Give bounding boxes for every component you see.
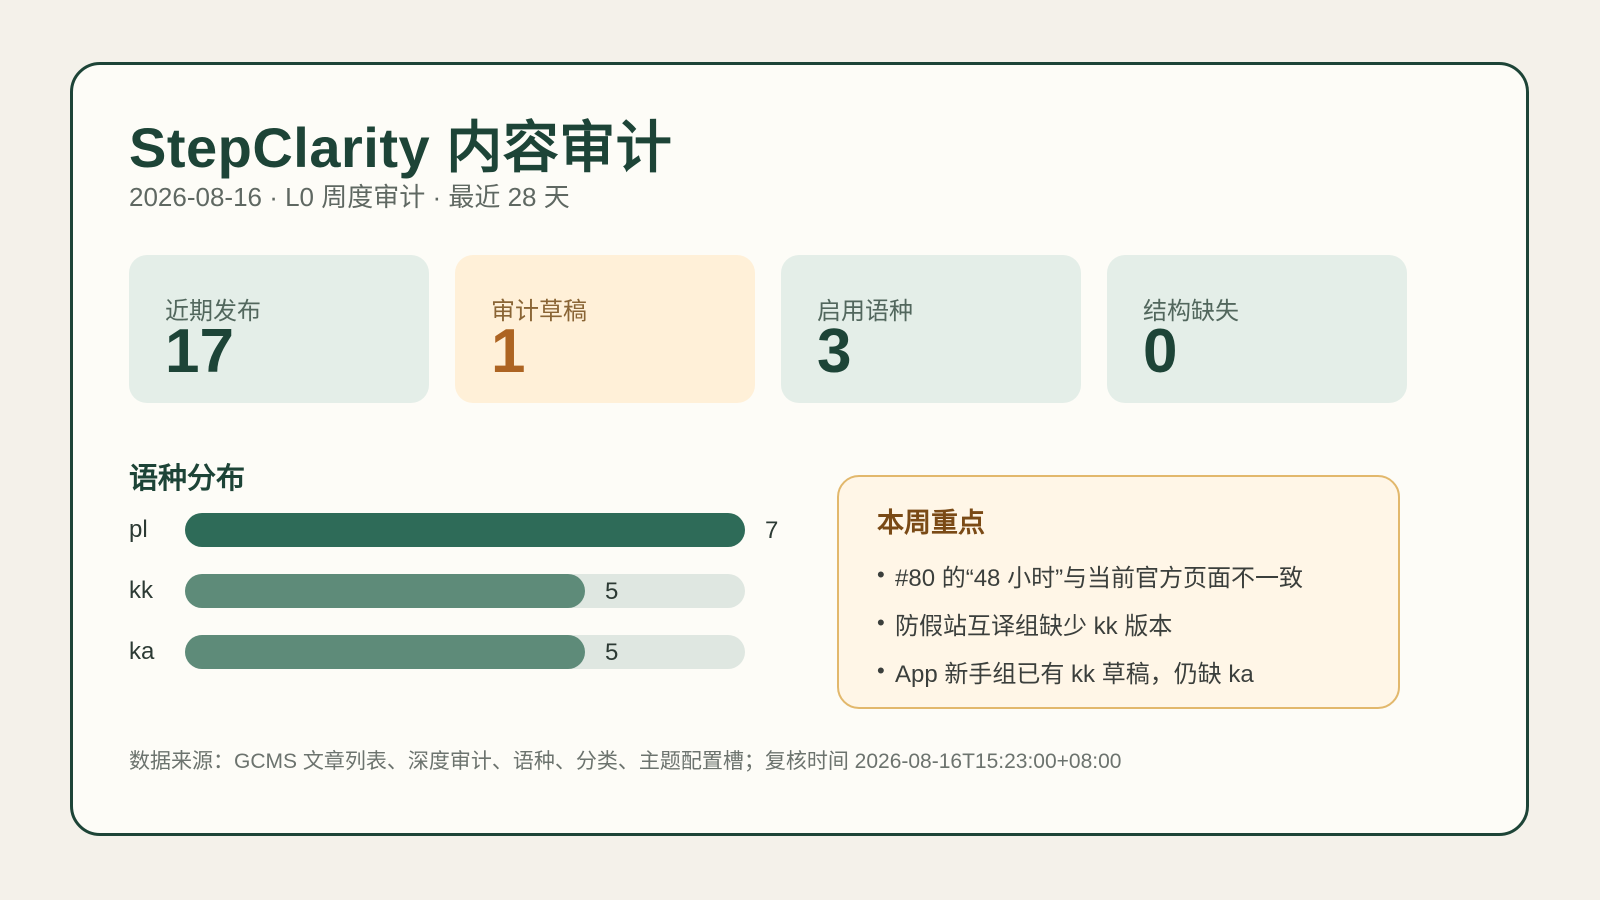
bar-fill [185,574,585,608]
bar-language-label: pl [129,516,148,543]
bar-track [185,513,745,547]
stat-card-recent-published: 近期发布 17 [129,255,429,403]
stat-value: 17 [165,317,234,386]
bullet-icon: • [877,610,885,635]
bar-track [185,574,745,608]
list-item: • #80 的“48 小时”与当前官方页面不一致 [877,551,1303,599]
bullet-icon: • [877,658,885,683]
stat-value: 0 [1143,317,1178,386]
list-item: • App 新手组已有 kk 草稿，仍缺 ka [877,647,1303,695]
page-title: StepClarity 内容审计 [129,116,673,179]
bar-fill [185,635,585,669]
page-subtitle: 2026-08-16 · L0 周度审计 · 最近 28 天 [129,182,570,212]
list-item: • 防假站互译组缺少 kk 版本 [877,599,1303,647]
bullet-icon: • [877,562,885,587]
focus-item-text: #80 的“48 小时”与当前官方页面不一致 [895,564,1304,592]
stat-card-audit-drafts: 审计草稿 1 [455,255,755,403]
focus-item-text: 防假站互译组缺少 kk 版本 [895,612,1173,640]
language-distribution-title: 语种分布 [129,463,246,495]
stat-value: 1 [491,317,526,386]
bar-track [185,635,745,669]
weekly-focus-panel: 本周重点 • #80 的“48 小时”与当前官方页面不一致 • 防假站互译组缺少… [837,475,1400,709]
language-bar-row: ka 5 [129,635,789,671]
stat-card-enabled-languages: 启用语种 3 [781,255,1081,403]
weekly-focus-title: 本周重点 [877,508,985,538]
bar-fill [185,513,745,547]
bar-language-label: kk [129,577,153,604]
language-bar-row: pl 7 [129,513,789,549]
bar-count-label: 5 [605,578,619,605]
language-bar-row: kk 5 [129,574,789,610]
audit-card: StepClarity 内容审计 2026-08-16 · L0 周度审计 · … [70,62,1529,836]
stat-value: 3 [817,317,852,386]
bar-count-label: 7 [765,517,779,544]
bar-language-label: ka [129,638,155,665]
stat-card-structure-missing: 结构缺失 0 [1107,255,1407,403]
data-source-footer: 数据来源：GCMS 文章列表、深度审计、语种、分类、主题配置槽；复核时间 202… [129,750,1122,773]
bar-count-label: 5 [605,639,619,666]
weekly-focus-list: • #80 的“48 小时”与当前官方页面不一致 • 防假站互译组缺少 kk 版… [877,551,1303,695]
focus-item-text: App 新手组已有 kk 草稿，仍缺 ka [895,660,1254,688]
